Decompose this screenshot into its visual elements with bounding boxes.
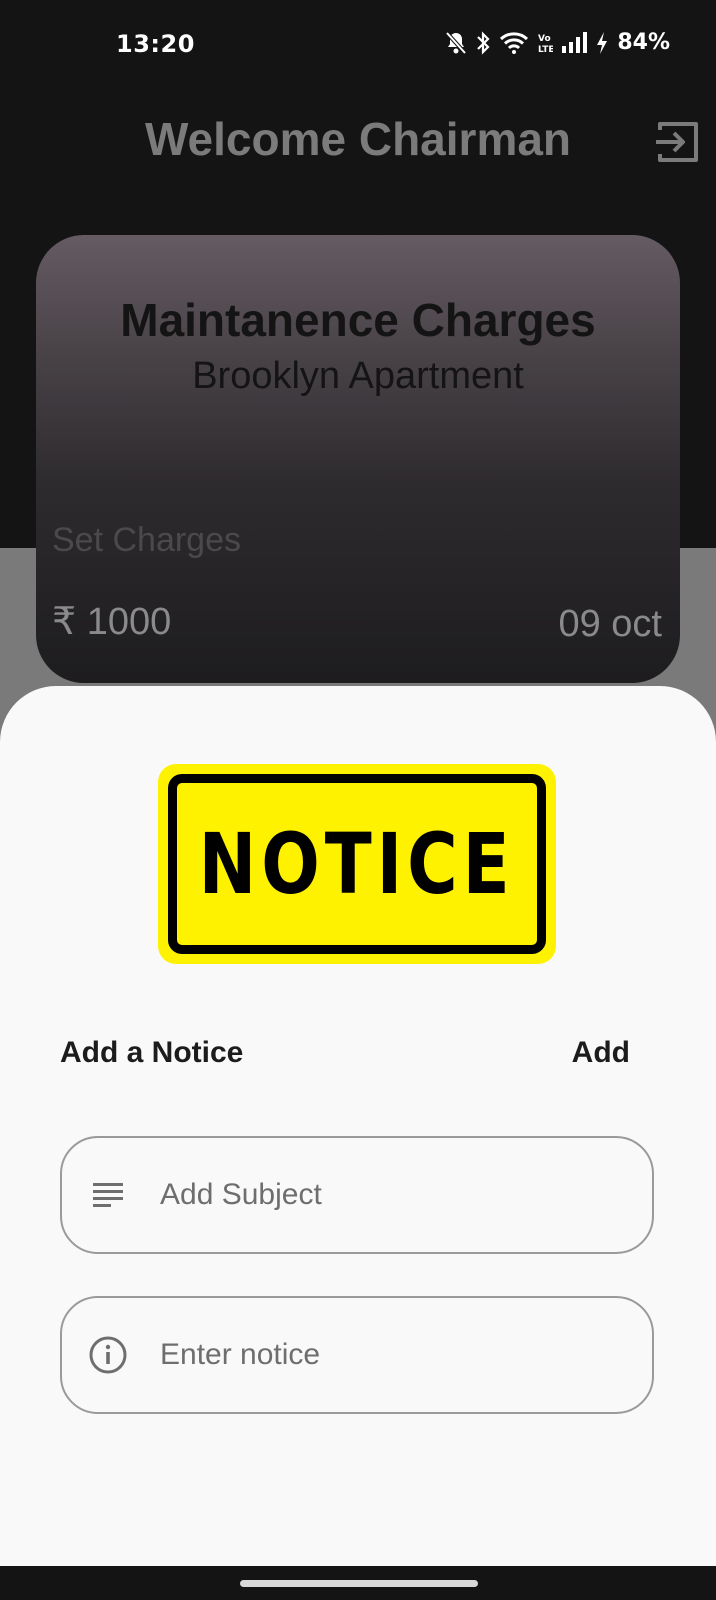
- set-charges-label: Set Charges: [52, 521, 241, 559]
- charging-bolt-icon: [595, 31, 609, 55]
- status-time: 13:20: [116, 30, 195, 58]
- charges-date: 09 oct: [558, 603, 662, 645]
- logout-icon: [652, 122, 704, 172]
- wifi-icon: [499, 31, 529, 55]
- bell-off-icon: [445, 31, 467, 55]
- card-subtitle: Brooklyn Apartment: [192, 355, 524, 397]
- info-icon: [88, 1335, 128, 1375]
- notice-banner-border: NOTICE: [168, 774, 546, 954]
- volte-icon: Vo LTE: [537, 31, 553, 55]
- status-bar: 13:20 Vo LTE 84%: [0, 22, 716, 72]
- svg-text:LTE: LTE: [538, 45, 553, 55]
- subject-lines-icon: [88, 1175, 128, 1215]
- status-icons: Vo LTE 84%: [445, 30, 670, 55]
- notice-banner-text: NOTICE: [199, 815, 515, 913]
- notice-banner: NOTICE: [158, 764, 556, 964]
- signal-icon: [561, 31, 588, 55]
- maintenance-card[interactable]: Maintanence Charges Brooklyn Apartment S…: [36, 235, 680, 683]
- svg-text:Vo: Vo: [538, 34, 551, 44]
- logout-button[interactable]: [652, 116, 704, 168]
- subject-field[interactable]: [60, 1136, 654, 1254]
- page-title: Welcome Chairman: [144, 113, 572, 165]
- battery-percentage: 84%: [617, 30, 670, 55]
- notice-input[interactable]: [158, 1337, 602, 1373]
- gesture-handle[interactable]: [240, 1580, 478, 1587]
- notice-header-row: Add a Notice Add: [60, 1036, 630, 1070]
- bluetooth-icon: [475, 30, 491, 55]
- add-notice-label: Add a Notice: [60, 1036, 244, 1069]
- charges-amount: ₹ 1000: [52, 601, 172, 643]
- subject-input[interactable]: [158, 1177, 602, 1213]
- notice-field[interactable]: [60, 1296, 654, 1414]
- add-button[interactable]: Add: [572, 1036, 630, 1070]
- add-notice-sheet: NOTICE Add a Notice Add: [0, 686, 716, 1566]
- card-title: Maintanence Charges: [120, 294, 596, 346]
